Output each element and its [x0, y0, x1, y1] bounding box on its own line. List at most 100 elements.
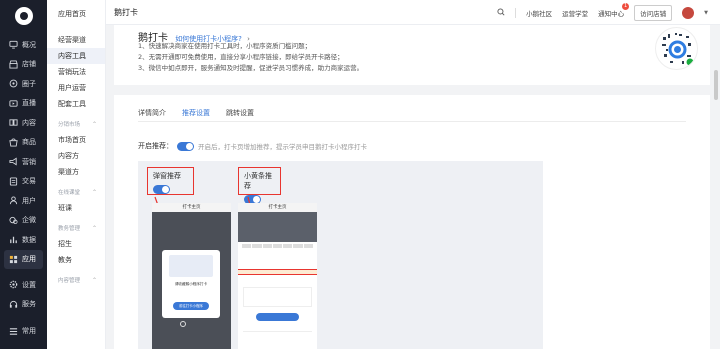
subnav-item[interactable]: 内容方	[47, 148, 105, 164]
open-recommend-hint: 开启后，打卡页增加推荐，提示学员申目鹅打卡小程序打卡	[198, 143, 367, 151]
group-icon	[9, 79, 18, 88]
intro-card: 鹅打卡 如何使用打卡小程序? › 1、快速解决商家在使用打卡工具时，小程序资质门…	[114, 25, 710, 85]
scrollbar[interactable]	[714, 70, 718, 100]
subnav-item[interactable]: 渠道方	[47, 164, 105, 180]
nav-item-label: 设置	[22, 280, 36, 289]
phone-title: 打卡主页	[152, 203, 231, 212]
search-icon[interactable]	[497, 7, 505, 18]
nav-item-book[interactable]: 内容	[0, 113, 47, 133]
popup-text: 请收藏鹅小程序打卡	[174, 282, 208, 286]
academy-link[interactable]: 运营学堂	[562, 8, 588, 18]
settings-card: 详情简介 推荐设置 跳转设置 开启推荐： 开启后，打卡页增加推荐，提示学员申目鹅…	[114, 95, 710, 349]
service-icon	[9, 300, 18, 309]
nav-item-label: 圈子	[22, 79, 36, 88]
nav-item-monitor[interactable]: 概况	[0, 35, 47, 55]
tab-redirect[interactable]: 跳转设置	[226, 108, 254, 118]
tab-recommend[interactable]: 推荐设置	[182, 108, 210, 122]
data-icon	[9, 235, 18, 244]
nav-item-enterprise-wechat[interactable]: 企微	[0, 211, 47, 231]
phone-preview-popup: 打卡主页 请收藏鹅小程序打卡 前往打卡小程序	[152, 203, 231, 349]
intro-line: 2、无需开通即可免费使用，直接分享小程序链接，即给学员开卡路径；	[138, 53, 344, 61]
popup-dialog: 请收藏鹅小程序打卡 前往打卡小程序	[162, 250, 220, 318]
book-icon	[9, 118, 18, 127]
popup-button: 前往打卡小程序	[173, 302, 209, 310]
nav-item-label: 店铺	[22, 60, 36, 69]
nav-item-label: 数据	[22, 235, 36, 244]
sub-nav: 应用首页 经营渠道 内容工具 营销玩法 用户运营 配套工具 分销市场 市场首页 …	[47, 0, 106, 349]
phone-preview-banner: 打卡主页	[238, 203, 317, 349]
menu-icon	[9, 327, 18, 336]
divider	[515, 7, 517, 18]
subnav-group-title[interactable]: 教务管理	[47, 222, 105, 236]
nav-item-data[interactable]: 数据	[0, 230, 47, 250]
nav-item-label: 直播	[22, 99, 36, 108]
nav-item-label: 服务	[22, 300, 36, 309]
main-content: 鹅打卡 如何使用打卡小程序? › 1、快速解决商家在使用打卡工具时，小程序资质门…	[106, 25, 712, 349]
subnav-item[interactable]: 用户运营	[47, 80, 105, 96]
nav-item-service[interactable]: 服务	[0, 295, 47, 315]
open-recommend-label: 开启推荐：	[138, 142, 173, 150]
user-icon	[9, 196, 18, 205]
nav-item-label: 应用	[22, 255, 36, 264]
nav-item-store[interactable]: 店铺	[0, 55, 47, 75]
page-title: 鹅打卡	[114, 8, 138, 17]
top-bar: 鹅打卡 小鹅社区 运营学堂 通知中心 1 访问店铺 ▼	[106, 0, 720, 25]
subnav-item[interactable]: 班课	[47, 200, 105, 216]
subnav-item[interactable]: 市场首页	[47, 132, 105, 148]
apps-icon	[9, 255, 18, 264]
notice-link[interactable]: 通知中心 1	[598, 2, 630, 18]
visit-store-button[interactable]: 访问店铺	[634, 4, 673, 21]
subnav-item-selected[interactable]: 内容工具	[47, 48, 105, 64]
transaction-icon	[9, 177, 18, 186]
subnav-item[interactable]: 营销玩法	[47, 64, 105, 80]
subnav-item[interactable]: 招生	[47, 236, 105, 252]
nav-item-label: 常用	[22, 327, 36, 336]
subnav-item[interactable]: 配套工具	[47, 96, 105, 112]
nav-item-common[interactable]: 常用	[0, 322, 47, 342]
nav-item-label: 企微	[22, 216, 36, 225]
goods-icon	[9, 138, 18, 147]
subnav-group-title[interactable]: 内容管理	[47, 274, 105, 288]
nav-item-label: 交易	[22, 177, 36, 186]
avatar[interactable]	[682, 6, 695, 19]
mini-program-qr-code	[655, 27, 698, 70]
nav-item-goods[interactable]: 商品	[0, 133, 47, 153]
nav-item-label: 内容	[22, 118, 36, 127]
notice-label: 通知中心	[598, 9, 625, 18]
notice-badge: 1	[621, 2, 630, 10]
nav-item-label: 营销	[22, 157, 36, 166]
nav-item-transaction[interactable]: 交易	[0, 172, 47, 192]
nav-item-marketing[interactable]: 营销	[0, 152, 47, 172]
intro-line: 3、微信中如点即开，服务通知及时提醒，促进学员习惯养成，助力商家运营。	[138, 64, 364, 72]
community-link[interactable]: 小鹅社区	[526, 8, 552, 18]
nav-item-apps[interactable]: 应用	[4, 249, 43, 269]
monitor-icon	[9, 40, 18, 49]
phone-title: 打卡主页	[238, 203, 317, 212]
settings-icon	[9, 280, 18, 289]
logo-icon[interactable]	[14, 7, 33, 25]
store-icon	[9, 60, 18, 69]
preview-area: 弹窗推荐 小黄条推荐 打卡主页 请收藏鹅小程序打卡 前往打卡小程序 打卡主页	[138, 161, 543, 349]
nav-item-settings[interactable]: 设置	[0, 275, 47, 295]
enterprise-wechat-icon	[9, 216, 18, 225]
nav-item-group[interactable]: 圈子	[0, 74, 47, 94]
nav-item-label: 商品	[22, 138, 36, 147]
subnav-item[interactable]: 教务	[47, 252, 105, 268]
tab-intro[interactable]: 详情简介	[138, 108, 166, 118]
subnav-group-title[interactable]: 在线课堂	[47, 186, 105, 200]
intro-line: 1、快速解决商家在使用打卡工具时，小程序资质门槛问题；	[138, 42, 312, 50]
chevron-down-icon[interactable]: ▼	[704, 10, 708, 16]
subnav-app-home[interactable]: 应用首页	[47, 6, 105, 22]
nav-item-label: 用户	[22, 196, 36, 205]
tab-divider	[138, 121, 686, 122]
subnav-group-title[interactable]: 分销市场	[47, 118, 105, 132]
main-nav: 概况店铺圈子直播内容商品营销交易用户企微数据应用设置服务 常用	[0, 0, 47, 349]
live-icon	[9, 99, 18, 108]
nav-item-label: 概况	[22, 40, 36, 49]
subnav-item[interactable]: 经营渠道	[47, 32, 105, 48]
nav-item-user[interactable]: 用户	[0, 191, 47, 211]
open-recommend-toggle[interactable]	[177, 141, 194, 151]
nav-item-live[interactable]: 直播	[0, 94, 47, 114]
yellow-banner	[238, 269, 317, 275]
marketing-icon	[9, 157, 18, 166]
